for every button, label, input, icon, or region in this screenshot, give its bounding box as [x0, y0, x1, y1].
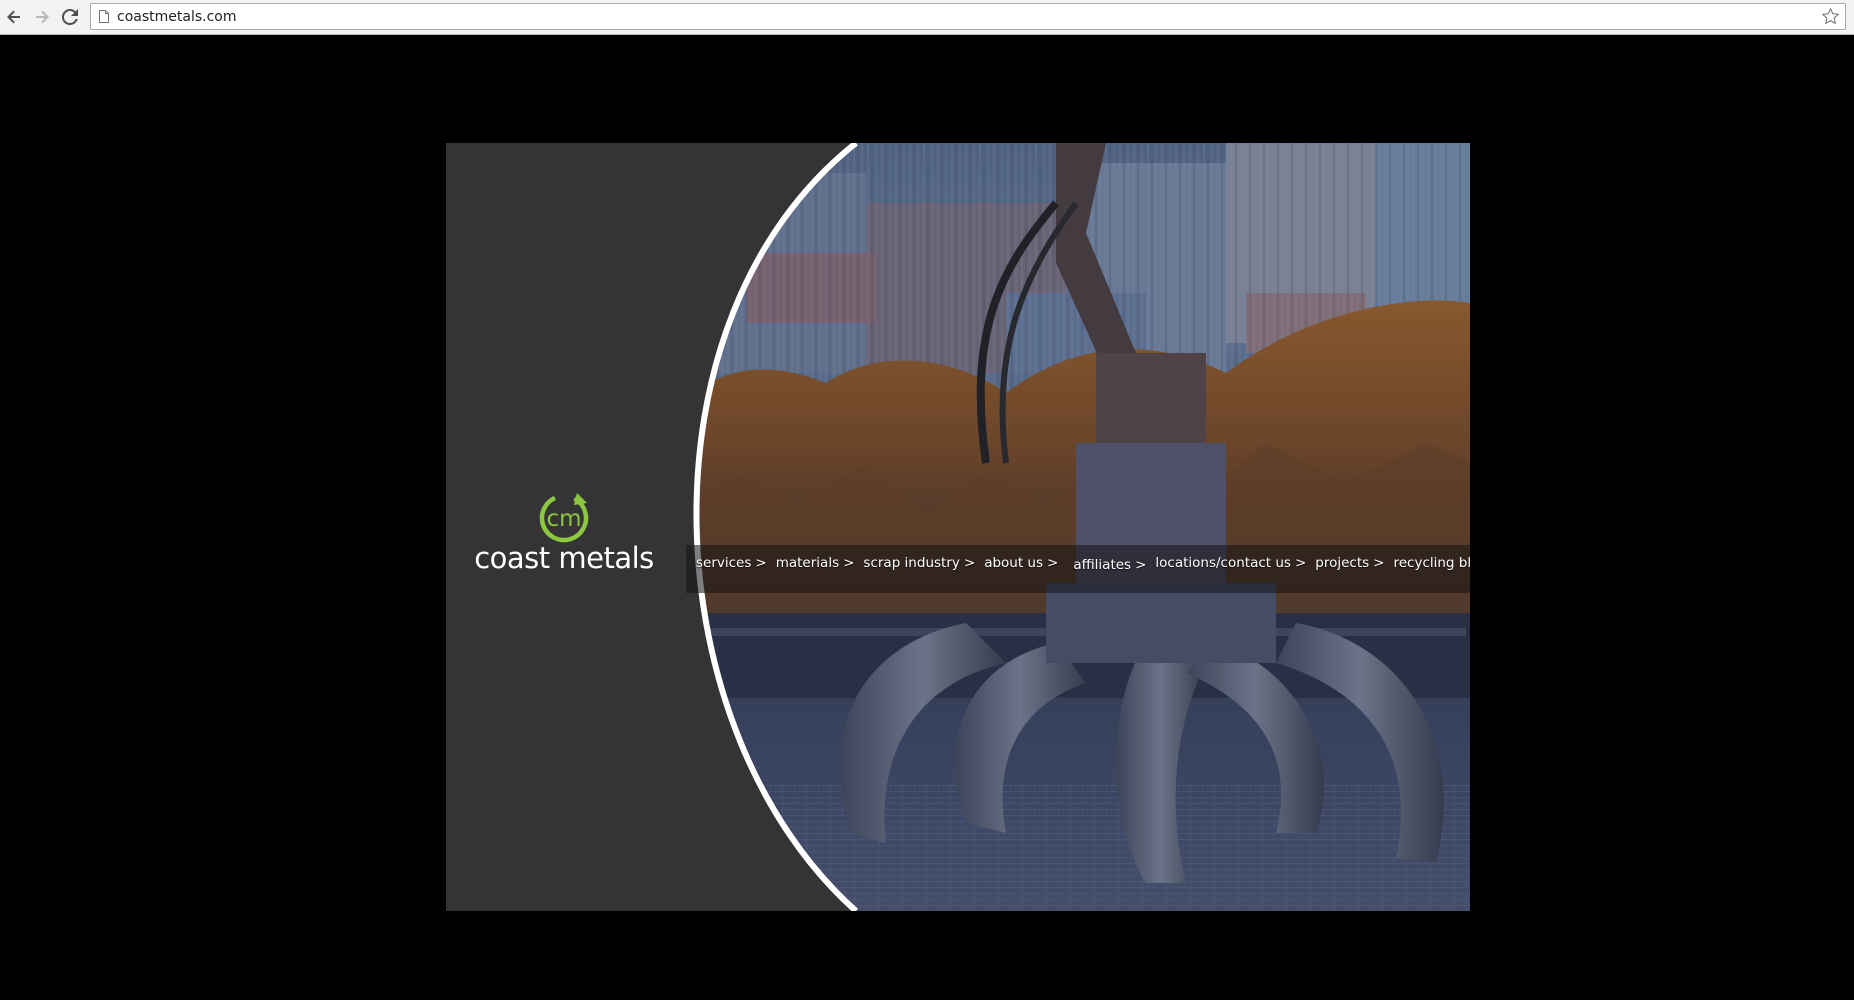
nav-materials[interactable]: materials > [776, 555, 855, 571]
page-viewport: cm coast metals services > materials > scr… [0, 35, 1854, 1000]
page-icon [99, 10, 109, 23]
svg-text:cm: cm [546, 506, 581, 532]
arrow-left-icon [7, 10, 20, 24]
back-button[interactable] [3, 6, 25, 28]
reload-icon [62, 9, 78, 25]
nav-locations-contact-us[interactable]: locations/contact us > [1155, 555, 1306, 571]
site-logo[interactable]: cm coast metals [474, 489, 654, 579]
nav-recycling-blog[interactable]: recycling blog> [1393, 555, 1470, 571]
main-nav: services > materials > scrap industry > abo… [696, 555, 1470, 573]
url-text[interactable]: coastmetals.com [117, 9, 236, 25]
cm-logo-icon: cm [539, 493, 589, 543]
address-bar[interactable]: coastmetals.com [90, 3, 1846, 30]
nav-projects[interactable]: projects > [1315, 555, 1384, 571]
reload-button[interactable] [59, 6, 81, 28]
nav-services[interactable]: services > [696, 555, 767, 571]
forward-button[interactable] [31, 6, 53, 28]
site-container: cm coast metals services > materials > scr… [446, 143, 1470, 911]
browser-toolbar: coastmetals.com [0, 0, 1854, 35]
nav-about-us[interactable]: about us > [984, 555, 1058, 571]
nav-affiliates[interactable]: affiliates > [1073, 557, 1146, 573]
arrow-right-icon [36, 10, 49, 24]
nav-scrap-industry[interactable]: scrap industry > [863, 555, 975, 571]
star-icon[interactable] [1821, 7, 1840, 26]
logo-wordmark: coast metals [474, 541, 654, 575]
